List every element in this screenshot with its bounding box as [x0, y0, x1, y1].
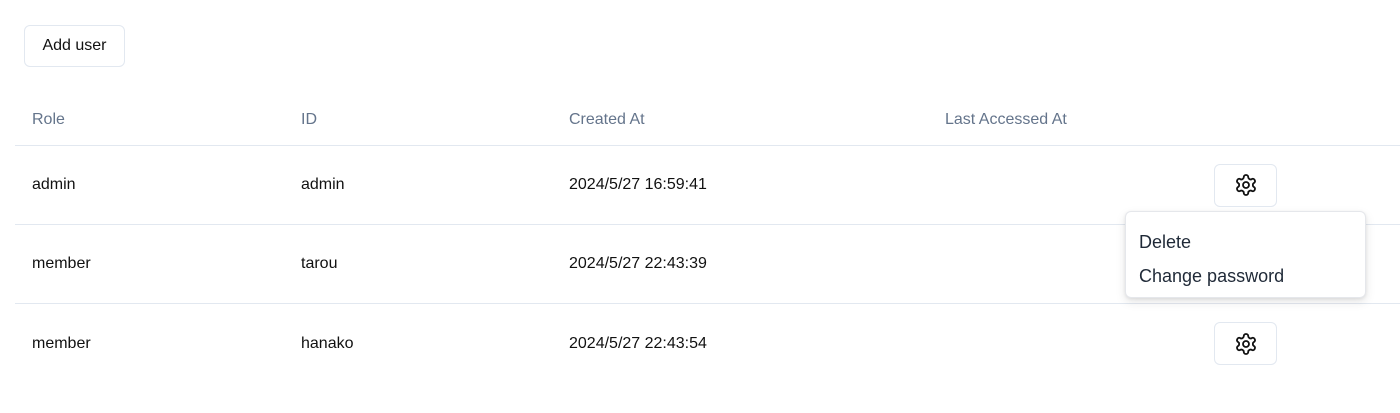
- id-cell: tarou: [301, 255, 338, 272]
- id-cell: admin: [301, 176, 345, 193]
- row-settings-button[interactable]: [1214, 322, 1277, 365]
- role-cell: admin: [32, 176, 76, 193]
- change-password-menu-item[interactable]: Change password: [1126, 259, 1365, 293]
- column-header-id: ID: [301, 110, 317, 128]
- row-actions-menu: Delete Change password: [1125, 211, 1366, 298]
- table-row: member hanako 2024/5/27 22:43:54: [15, 304, 1400, 383]
- created-at-cell: 2024/5/27 16:59:41: [569, 176, 707, 193]
- column-header-created-at: Created At: [569, 110, 645, 128]
- table-header-row: Role ID Created At Last Accessed At: [15, 94, 1400, 146]
- add-user-button[interactable]: Add user: [24, 25, 125, 67]
- created-at-cell: 2024/5/27 22:43:39: [569, 255, 707, 272]
- id-cell: hanako: [301, 334, 354, 352]
- column-header-role: Role: [32, 110, 65, 128]
- users-page: Add user Role ID Created At Last Accesse…: [0, 0, 1400, 413]
- column-header-last-accessed-at: Last Accessed At: [945, 110, 1067, 128]
- row-settings-button[interactable]: [1214, 163, 1277, 207]
- actions-cell: [1214, 304, 1277, 383]
- role-cell: member: [32, 255, 91, 272]
- role-cell: member: [32, 334, 91, 352]
- gear-icon: [1235, 174, 1256, 196]
- delete-menu-item[interactable]: Delete: [1126, 225, 1365, 259]
- gear-icon: [1235, 332, 1256, 355]
- created-at-cell: 2024/5/27 22:43:54: [569, 334, 707, 352]
